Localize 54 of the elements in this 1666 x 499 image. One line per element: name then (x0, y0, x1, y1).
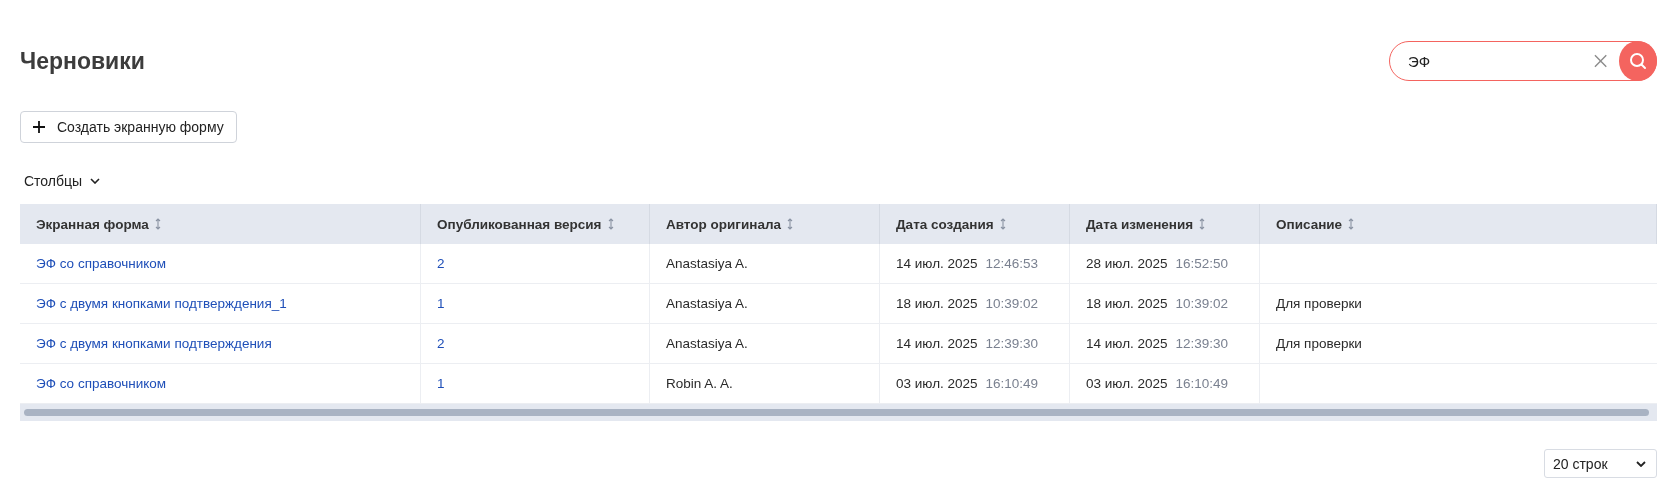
search-icon (1629, 52, 1648, 70)
time-text: 12:39:30 (1175, 336, 1229, 351)
form-link[interactable]: ЭФ с двумя кнопками подтверждения_1 (36, 296, 287, 311)
form-link[interactable]: ЭФ со справочником (36, 256, 167, 271)
description-text: Для проверки (1276, 296, 1362, 311)
version-link[interactable]: 2 (437, 256, 445, 271)
page-size-dropdown[interactable]: 20 строк (1544, 449, 1657, 478)
date-text: 03 июл. 2025 (1086, 376, 1168, 391)
time-text: 10:39:02 (1175, 296, 1229, 311)
search-button[interactable] (1619, 41, 1657, 81)
date-text: 14 июл. 2025 (896, 336, 978, 351)
author-text: Anastasiya A. (666, 336, 748, 351)
chevron-icon (90, 178, 101, 184)
date-text: 18 июл. 2025 (896, 296, 978, 311)
column-header[interactable]: Дата изменения (1086, 216, 1194, 232)
date-text: 14 июл. 2025 (1086, 336, 1168, 351)
sort-icon[interactable] (1348, 218, 1355, 230)
scrollbar-thumb[interactable] (24, 409, 1649, 416)
version-link[interactable]: 1 (437, 296, 445, 311)
search-field[interactable]: ЭФ (1406, 51, 1580, 71)
author-text: Anastasiya A. (666, 296, 748, 311)
column-header[interactable]: Дата создания (896, 216, 994, 232)
date-text: 03 июл. 2025 (896, 376, 978, 391)
form-link[interactable]: ЭФ со справочником (36, 376, 167, 391)
sort-icon[interactable] (999, 218, 1006, 230)
columns-dropdown[interactable]: Столбцы (24, 173, 101, 189)
version-link[interactable]: 2 (437, 336, 445, 351)
time-text: 10:39:02 (985, 296, 1039, 311)
date-text: 18 июл. 2025 (1086, 296, 1168, 311)
plus-icon (33, 121, 45, 133)
sort-icon[interactable] (154, 218, 161, 230)
time-text: 16:10:49 (1175, 376, 1229, 391)
form-link[interactable]: ЭФ с двумя кнопками подтверждения (36, 336, 272, 351)
page-title: Черновики (20, 47, 145, 75)
column-header[interactable]: Экранная форма (36, 216, 149, 232)
author-text: Robin A. A. (666, 376, 733, 391)
sort-icon[interactable] (607, 218, 614, 230)
sort-icon[interactable] (787, 218, 793, 230)
description-text: Для проверки (1276, 336, 1362, 351)
chevron-icon (1636, 460, 1646, 467)
column-header[interactable]: Описание (1276, 216, 1343, 232)
close-icon[interactable] (1594, 54, 1608, 68)
time-text: 12:46:53 (985, 256, 1039, 271)
create-form-button[interactable]: Создать экранную форму (20, 111, 237, 143)
sort-icon[interactable] (1199, 218, 1206, 230)
column-header[interactable]: Опубликованная версия (437, 216, 602, 232)
time-text: 16:10:49 (985, 376, 1039, 391)
version-link[interactable]: 1 (437, 376, 445, 391)
author-text: Anastasiya A. (666, 256, 748, 271)
time-text: 12:39:30 (985, 336, 1039, 351)
time-text: 16:52:50 (1175, 256, 1229, 271)
date-text: 14 июл. 2025 (896, 256, 978, 271)
column-header[interactable]: Автор оригинала (666, 216, 781, 232)
date-text: 28 июл. 2025 (1086, 256, 1168, 271)
